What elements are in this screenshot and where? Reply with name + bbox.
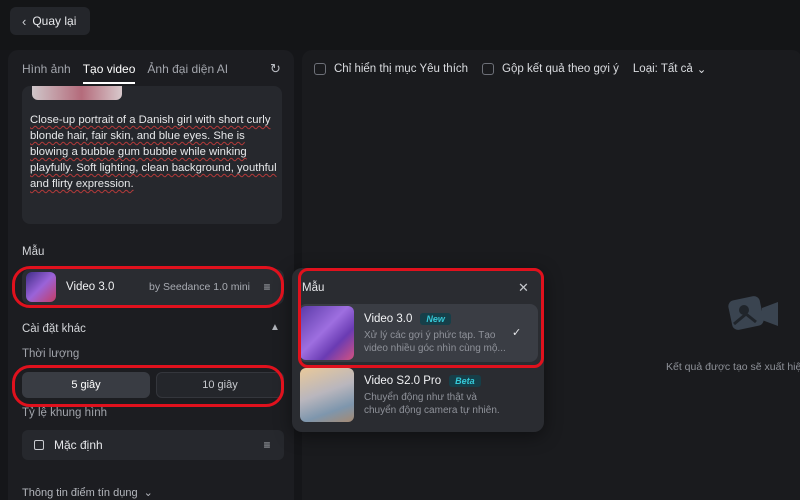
model-thumbnail [26,272,56,302]
aspect-ratio-icon [34,440,44,450]
model-provider: by Seedance 1.0 mini [149,281,250,293]
model-option-title: Video 3.0 [364,313,413,325]
model-option-video-s2-pro[interactable]: Video S2.0 Pro Beta Chuyển động như thật… [298,366,538,424]
model-option-description: Xử lý các gợi ý phức tạp. Tạo video nhiề… [364,330,506,354]
chevron-up-icon[interactable]: ▲ [270,322,280,333]
model-option-video-3[interactable]: Video 3.0 New Xử lý các gợi ý phức tạp. … [298,304,538,362]
model-name: Video 3.0 [66,281,115,293]
model-option-thumbnail [300,306,354,360]
empty-state-text: Kết quả được tạo sẽ xuất hiệ [666,361,800,373]
duration-5s-button[interactable]: 5 giây [22,372,150,398]
reference-image-thumbnail[interactable] [32,86,122,100]
favorites-checkbox[interactable] [314,63,326,75]
aspect-ratio-value: Mặc định [54,438,103,452]
prompt-text[interactable]: Close-up portrait of a Danish girl with … [30,112,278,192]
model-section-label: Mẫu [22,246,45,258]
type-dropdown[interactable]: Loại: Tất cả ⌄ [633,62,707,76]
chevron-left-icon: ‹ [22,13,27,29]
tab-images[interactable]: Hình ảnh [22,62,71,84]
back-label: Quay lại [32,14,77,28]
close-icon[interactable]: ✕ [518,280,529,296]
top-bar: ‹ Quay lại [0,0,800,50]
beta-badge: Beta [449,375,481,387]
model-popup: Mẫu ✕ Video 3.0 New Xử lý các gợi ý phức… [292,268,544,432]
chevron-down-icon: ⌄ [696,64,707,76]
favorites-filter-label: Chỉ hiển thị mục Yêu thích [334,63,469,75]
prompt-box[interactable]: Close-up portrait of a Danish girl with … [22,86,282,224]
new-badge: New [420,313,451,325]
settings-panel: Hình ảnh Tạo video Ảnh đại diện AI ↻ Clo… [8,50,294,500]
aspect-ratio-selector[interactable]: Mặc định ≡ [22,430,284,460]
sliders-icon[interactable]: ≡ [260,280,274,294]
other-settings-label: Cài đặt khác [22,323,86,335]
chevron-down-icon: ⌄ [143,487,153,499]
favorites-filter[interactable]: Chỉ hiển thị mục Yêu thích [314,63,468,75]
tab-create-video[interactable]: Tạo video [82,62,136,84]
type-dropdown-label: Loại: Tất cả [632,63,693,75]
aspect-ratio-label: Tỷ lệ khung hình [22,407,108,419]
back-button[interactable]: ‹ Quay lại [10,7,90,35]
group-filter[interactable]: Gộp kết quả theo gợi ý [482,63,619,75]
model-option-description: Chuyển động như thật và chuyển động came… [364,392,500,416]
duration-label: Thời lượng [22,348,80,360]
credit-info-toggle[interactable]: Thông tin điểm tín dụng ⌄ [22,486,153,500]
model-option-name: Video S2.0 Pro Beta [364,375,481,387]
model-option-name: Video 3.0 New [364,313,451,325]
credit-info-label: Thông tin điểm tín dụng [22,486,138,499]
empty-video-icon [728,296,778,330]
popup-title: Mẫu [302,282,325,294]
tab-ai-avatar[interactable]: Ảnh đại diện AI [147,62,228,84]
check-icon: ✓ [512,327,522,339]
model-option-title: Video S2.0 Pro [364,375,442,387]
refresh-icon[interactable]: ↻ [270,62,284,76]
model-selector[interactable]: Video 3.0 by Seedance 1.0 mini ≡ [22,269,284,305]
group-filter-label: Gộp kết quả theo gợi ý [502,63,619,75]
duration-10s-button[interactable]: 10 giây [156,372,284,398]
mode-tabs: Hình ảnh Tạo video Ảnh đại diện AI [22,62,228,84]
filter-bar: Chỉ hiển thị mục Yêu thích Gộp kết quả t… [314,62,706,76]
sliders-icon[interactable]: ≡ [260,438,274,452]
group-checkbox[interactable] [482,63,495,75]
model-option-thumbnail [300,368,354,422]
